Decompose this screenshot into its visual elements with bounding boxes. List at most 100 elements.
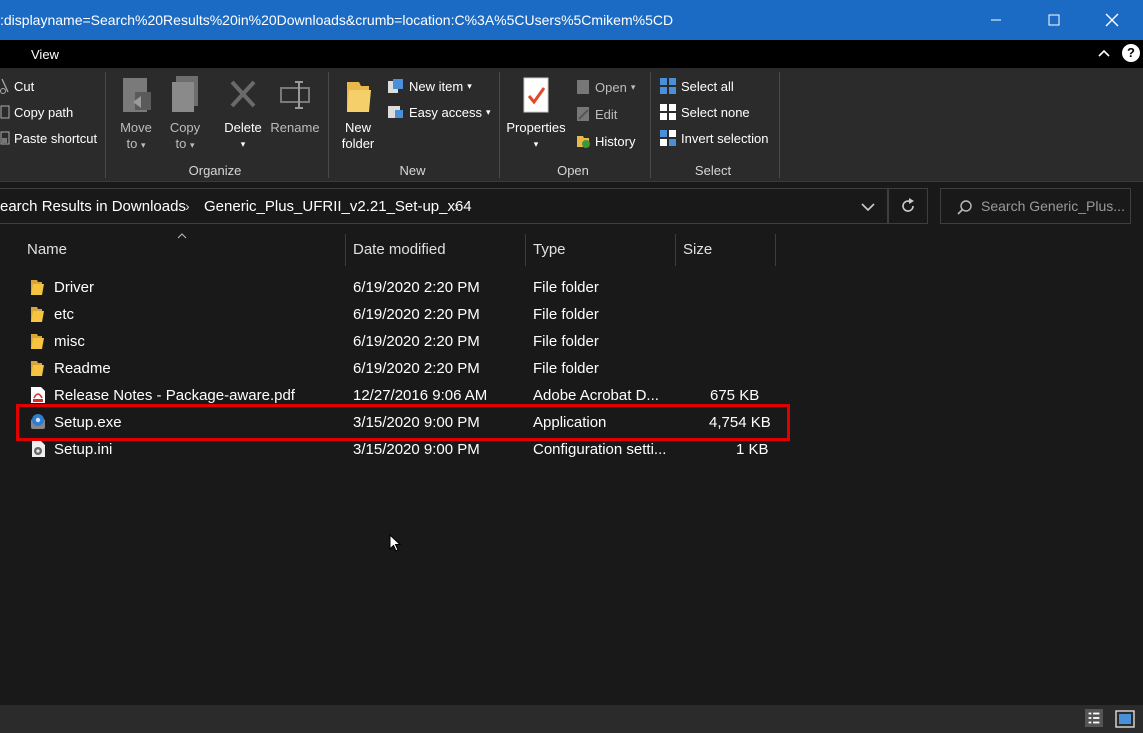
properties-label: Properties — [506, 120, 566, 135]
open-button[interactable]: Open ▾ — [575, 76, 635, 98]
history-button[interactable]: History — [575, 130, 635, 152]
collapse-ribbon-icon[interactable] — [1096, 45, 1112, 61]
column-divider[interactable] — [775, 234, 776, 266]
open-dropdown-icon: ▾ — [630, 81, 636, 92]
delete-label: Delete — [224, 120, 262, 135]
file-type: Configuration setti... — [533, 441, 667, 458]
close-icon — [1105, 13, 1119, 27]
file-row[interactable]: Driver 6/19/2020 2:20 PM File folder — [18, 274, 790, 301]
copy-to-button[interactable]: Copy to ▾ — [164, 76, 206, 153]
file-row[interactable]: etc 6/19/2020 2:20 PM File folder — [18, 301, 790, 328]
select-none-button[interactable]: Select none — [659, 101, 750, 123]
new-item-button[interactable]: New item ▾ — [387, 75, 472, 97]
details-view-icon[interactable] — [1084, 709, 1104, 727]
paste-shortcut-button[interactable]: Paste shortcut — [0, 127, 97, 149]
copy-to-label-1: Copy — [169, 120, 201, 135]
edit-button[interactable]: Edit — [575, 103, 617, 125]
column-divider[interactable] — [675, 234, 676, 266]
column-divider[interactable] — [345, 234, 346, 266]
edit-icon — [577, 107, 589, 121]
edit-label: Edit — [595, 106, 618, 122]
address-history-dropdown-icon[interactable] — [860, 202, 876, 212]
file-name: Setup.ini — [54, 441, 113, 458]
minimize-button[interactable] — [967, 0, 1025, 40]
new-folder-icon — [347, 82, 371, 112]
minimize-icon — [991, 19, 1001, 21]
open-group-label: Open — [557, 163, 589, 178]
new-group-label: New — [399, 163, 426, 178]
column-header-type[interactable]: Type — [533, 241, 566, 258]
column-divider[interactable] — [525, 234, 526, 266]
easy-access-icon — [388, 106, 403, 118]
selection-highlight-box — [16, 404, 790, 441]
address-bar[interactable]: earch Results in Downloads › Generic_Plu… — [0, 188, 888, 224]
move-to-label-2: to ▾ — [126, 136, 146, 151]
copy-path-label: Copy path — [14, 104, 74, 120]
file-type: File folder — [533, 360, 599, 377]
rename-button[interactable]: Rename — [270, 76, 320, 136]
column-header-size[interactable]: Size — [683, 241, 712, 258]
rename-icon — [280, 81, 310, 109]
new-item-dropdown-icon: ▾ — [467, 80, 472, 91]
file-type: Adobe Acrobat D... — [533, 387, 659, 404]
folder-icon — [31, 361, 44, 376]
file-date: 6/19/2020 2:20 PM — [353, 333, 480, 350]
maximize-button[interactable] — [1025, 0, 1083, 40]
file-name: etc — [54, 306, 75, 323]
easy-access-button[interactable]: Easy access ▾ — [387, 101, 491, 123]
ribbon-separator — [779, 72, 780, 178]
select-all-icon — [660, 78, 676, 94]
new-item-label: New item — [409, 78, 464, 94]
easy-access-label: Easy access — [409, 104, 482, 120]
history-icon — [577, 136, 590, 148]
file-row[interactable]: Readme 6/19/2020 2:20 PM File folder — [18, 355, 790, 382]
invert-selection-button[interactable]: Invert selection — [659, 127, 768, 149]
file-type: File folder — [533, 333, 599, 350]
move-to-button[interactable]: Move to ▾ — [115, 76, 157, 153]
refresh-button[interactable] — [888, 188, 928, 224]
file-size: 675 KB — [710, 387, 760, 404]
file-name: Release Notes - Package-aware.pdf — [54, 387, 295, 404]
search-box[interactable] — [940, 188, 1131, 224]
delete-button[interactable]: Delete ▾ — [221, 76, 265, 152]
column-header-name[interactable]: Name — [27, 241, 67, 258]
ribbon-separator — [650, 72, 651, 178]
file-type: File folder — [533, 279, 599, 296]
new-folder-button[interactable]: New folder — [336, 76, 380, 152]
folder-icon — [31, 334, 44, 349]
breadcrumb-chevron-icon[interactable]: › — [185, 198, 190, 214]
copy-path-button[interactable]: Copy path — [0, 101, 73, 123]
copy-path-icon — [0, 105, 10, 119]
move-to-icon — [123, 78, 151, 112]
invert-selection-icon — [660, 130, 676, 146]
copy-to-label-2: to ▾ — [175, 136, 195, 151]
breadcrumb-current-folder[interactable]: Generic_Plus_UFRII_v2.21_Set-up_x64 — [204, 198, 472, 215]
cut-button[interactable]: Cut — [0, 75, 34, 97]
select-all-button[interactable]: Select all — [659, 75, 734, 97]
close-button[interactable] — [1083, 0, 1141, 40]
file-name: Driver — [54, 279, 94, 296]
file-date: 6/19/2020 2:20 PM — [353, 360, 480, 377]
file-list: Name Date modified Type Size Driver 6/19… — [0, 230, 1143, 705]
pdf-icon — [31, 387, 45, 403]
new-folder-label-2: folder — [341, 136, 375, 151]
column-header-date-modified[interactable]: Date modified — [353, 241, 446, 258]
ribbon-tabs: View ? — [0, 40, 1143, 68]
file-row[interactable]: misc 6/19/2020 2:20 PM File folder — [18, 328, 790, 355]
rename-label: Rename — [270, 120, 320, 135]
breadcrumb-chevron-icon[interactable]: › — [454, 198, 459, 214]
breadcrumb-search-results[interactable]: earch Results in Downloads — [0, 198, 186, 215]
search-input[interactable] — [981, 195, 1129, 217]
help-icon[interactable]: ? — [1122, 44, 1140, 62]
select-all-label: Select all — [681, 78, 734, 94]
invert-selection-label: Invert selection — [681, 130, 769, 146]
select-group-label: Select — [694, 163, 732, 178]
file-name: Readme — [54, 360, 111, 377]
maximize-icon — [1048, 14, 1060, 26]
move-to-label-1: Move — [120, 120, 152, 135]
properties-button[interactable]: Properties ▾ — [504, 76, 568, 152]
tab-view[interactable]: View — [31, 47, 59, 62]
large-icons-view-icon[interactable] — [1115, 710, 1135, 728]
mouse-cursor-icon — [389, 534, 401, 552]
status-bar — [0, 705, 1143, 733]
